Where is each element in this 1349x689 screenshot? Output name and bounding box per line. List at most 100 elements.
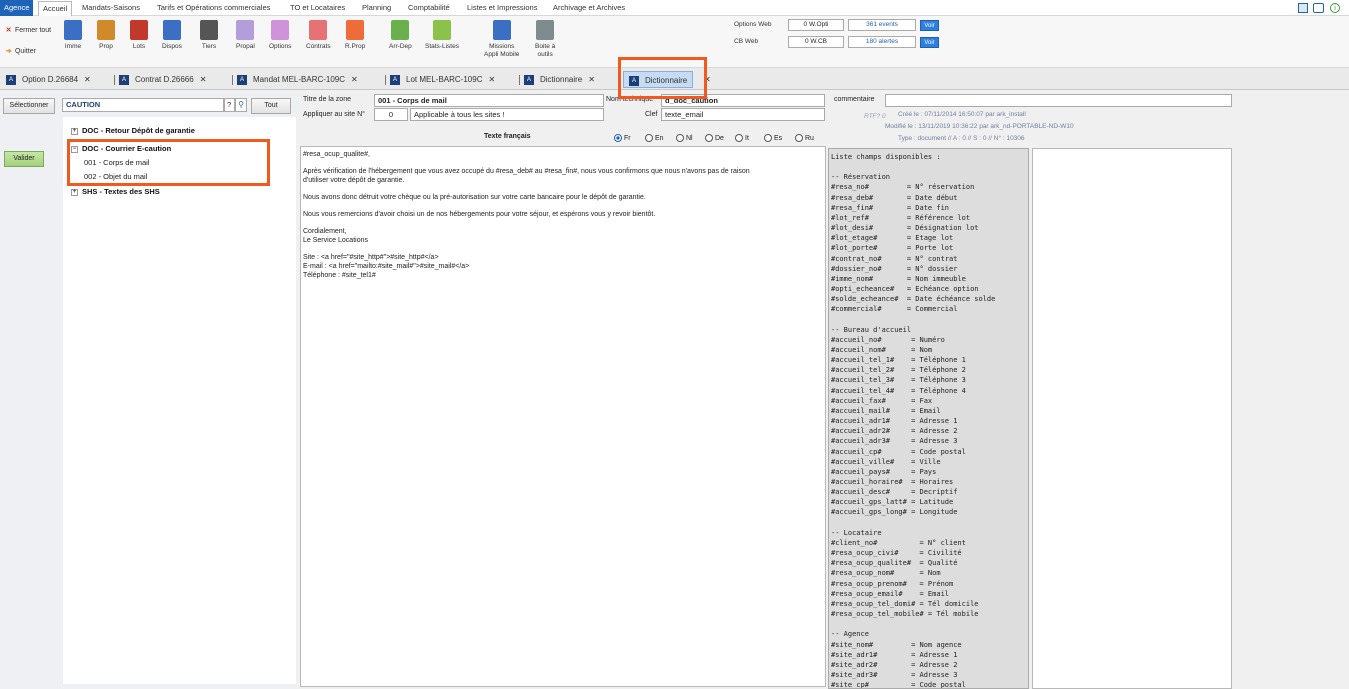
search-input[interactable]: CAUTION: [62, 98, 224, 112]
options-web-value: 0 W.Opti: [788, 19, 844, 31]
preview-pane[interactable]: [1032, 148, 1232, 689]
expand-icon[interactable]: +: [71, 127, 78, 135]
tab-label: Contrat D.26666: [135, 75, 194, 84]
menu-bar: Agence Accueil Mandats-Saisons Tarifs et…: [0, 0, 1349, 16]
lang-radio-it[interactable]: It: [735, 134, 749, 142]
expand-icon[interactable]: +: [71, 188, 78, 196]
menu-accueil[interactable]: Accueil: [38, 1, 73, 16]
app-window: Agence Accueil Mandats-Saisons Tarifs et…: [0, 0, 1349, 689]
lang-radio-en[interactable]: En: [645, 134, 664, 142]
menu-comptabilite[interactable]: Comptabilité: [408, 3, 450, 12]
close-tab-icon[interactable]: ✕: [588, 71, 595, 88]
ribbon-button-prop[interactable]: Prop: [97, 20, 115, 51]
tab-option[interactable]: A Option D.26684 ✕: [6, 71, 91, 88]
ribbon-button-missions[interactable]: Missions Appli Mobile: [484, 20, 519, 59]
window-icon[interactable]: [1313, 3, 1324, 13]
menu-listes-impressions[interactable]: Listes et Impressions: [467, 3, 537, 12]
ribbon-button-label: Prop: [99, 43, 113, 50]
tab-lot[interactable]: A Lot MEL-BARC-109C ✕: [390, 71, 495, 88]
cb-web-label: CB Web: [734, 38, 759, 45]
tree-view: + DOC - Retour Dépôt de garantie − DOC - C…: [63, 117, 296, 684]
close-tab-icon[interactable]: ✕: [351, 71, 358, 88]
texte-francais-header: Texte français: [484, 133, 531, 140]
document-icon: [309, 20, 328, 40]
voir-options-button[interactable]: Voir: [920, 20, 939, 31]
ribbon-button-lots[interactable]: Lots: [130, 20, 148, 51]
ribbon-button-imme[interactable]: Imme: [64, 20, 82, 51]
menu-agence[interactable]: Agence: [0, 0, 34, 16]
editor-paragraph: Site : <a href="#site_http#">#site_http#…: [303, 254, 470, 279]
close-tab-icon[interactable]: ✕: [200, 71, 207, 88]
app-icon[interactable]: [1298, 3, 1308, 13]
tab-separator: [385, 75, 386, 85]
lang-label: Fr: [624, 134, 631, 142]
mobile-icon: [492, 20, 511, 40]
lang-radio-es[interactable]: Es: [764, 134, 782, 142]
ribbon-button-label: R.Prop: [345, 43, 366, 50]
owners-icon: [97, 20, 115, 40]
quitter-label: Quitter: [14, 48, 36, 55]
quitter-button[interactable]: ➜ Quitter: [4, 47, 36, 55]
document-icon: [346, 20, 365, 40]
menu-mandats-saisons[interactable]: Mandats-Saisons: [82, 3, 140, 12]
valider-button[interactable]: Valider: [4, 151, 44, 167]
site-number-input[interactable]: 0: [374, 108, 408, 121]
selectionner-button[interactable]: Sélectionner: [3, 98, 55, 114]
cb-alerts[interactable]: 180 alertes: [848, 36, 916, 48]
tab-dictionnaire-1[interactable]: A Dictionnaire ✕: [524, 71, 595, 88]
ribbon-button-arr-dep[interactable]: Arr-Dep: [389, 20, 412, 51]
search-icon[interactable]: ⚲: [235, 98, 247, 112]
close-x-icon: ✕: [5, 27, 12, 34]
zone-title-input[interactable]: 001 - Corps de mail: [374, 94, 604, 107]
lang-radio-nl[interactable]: Nl: [676, 134, 693, 142]
ribbon-button-dispos[interactable]: Dispos: [162, 20, 182, 51]
lang-radio-fr[interactable]: Fr: [614, 134, 631, 142]
tree-node-retour-depot[interactable]: + DOC - Retour Dépôt de garantie: [71, 126, 195, 135]
editor-paragraph: Cordialement, Le Service Locations: [303, 228, 368, 244]
close-tab-icon[interactable]: ✕: [488, 71, 495, 88]
document-icon: A: [119, 74, 129, 85]
ribbon-button-label: Missions Appli Mobile: [484, 43, 520, 58]
voir-cb-button[interactable]: Voir: [920, 37, 939, 48]
ribbon-button-options[interactable]: Options: [269, 20, 291, 51]
radio-icon: [676, 134, 684, 142]
menu-archivage[interactable]: Archivage et Archives: [553, 3, 625, 12]
commentaire-label: commentaire: [834, 96, 875, 103]
ribbon-button-contrats[interactable]: Contrats: [306, 20, 331, 51]
created-info: Créé le : 07/11/2014 16:50:07 par ark_in…: [898, 111, 1026, 118]
document-icon: A: [524, 74, 534, 85]
tree-node-shs[interactable]: + SHS - Textes des SHS: [71, 187, 160, 196]
menu-tarifs[interactable]: Tarifs et Opérations commerciales: [157, 3, 270, 12]
modified-info: Modifié le : 13/11/2019 10:36:22 par ark…: [885, 123, 1074, 130]
building-icon: [64, 20, 82, 40]
ribbon-button-label: Tiers: [201, 43, 217, 50]
binoculars-icon: [200, 20, 218, 40]
fermer-tout-button[interactable]: ✕ Fermer tout: [4, 26, 52, 34]
ribbon-button-tiers[interactable]: Tiers: [200, 20, 218, 51]
options-events[interactable]: 361 events: [848, 19, 916, 31]
lang-radio-de[interactable]: De: [705, 134, 724, 142]
menu-planning[interactable]: Planning: [362, 3, 391, 12]
tab-contrat[interactable]: A Contrat D.26666 ✕: [119, 71, 206, 88]
tab-mandat[interactable]: A Mandat MEL-BARC-109C ✕: [237, 71, 358, 88]
tab-label: Lot MEL-BARC-109C: [406, 75, 483, 84]
help-button[interactable]: ?: [224, 98, 235, 112]
text-editor[interactable]: #resa_ocup_qualite#, Après vérification d…: [300, 146, 826, 687]
ribbon-button-propal[interactable]: Propal: [236, 20, 255, 51]
fermer-tout-label: Fermer tout: [14, 27, 52, 34]
commentaire-input[interactable]: [885, 94, 1232, 107]
info-icon[interactable]: i: [1330, 3, 1340, 13]
ribbon-button-label: Lots: [132, 43, 146, 50]
lang-radio-ru[interactable]: Ru: [795, 134, 814, 142]
lang-label: Nl: [686, 134, 693, 142]
clef-input[interactable]: texte_email: [661, 108, 825, 121]
ribbon-button-r-prop[interactable]: R.Prop: [345, 20, 365, 51]
ribbon-button-boite-[interactable]: Boite à outils: [535, 20, 555, 59]
ribbon-button-label: Imme: [64, 43, 82, 50]
cb-web-value: 0 W.CB: [788, 36, 844, 48]
menu-to-locataires[interactable]: TO et Locataires: [290, 3, 345, 12]
editor-paragraph: Nous vous remercions d'avoir choisi un d…: [303, 211, 656, 218]
ribbon-button-stats-listes[interactable]: Stats-Listes: [425, 20, 459, 51]
tout-button[interactable]: Tout: [251, 98, 291, 114]
close-tab-icon[interactable]: ✕: [84, 71, 91, 88]
